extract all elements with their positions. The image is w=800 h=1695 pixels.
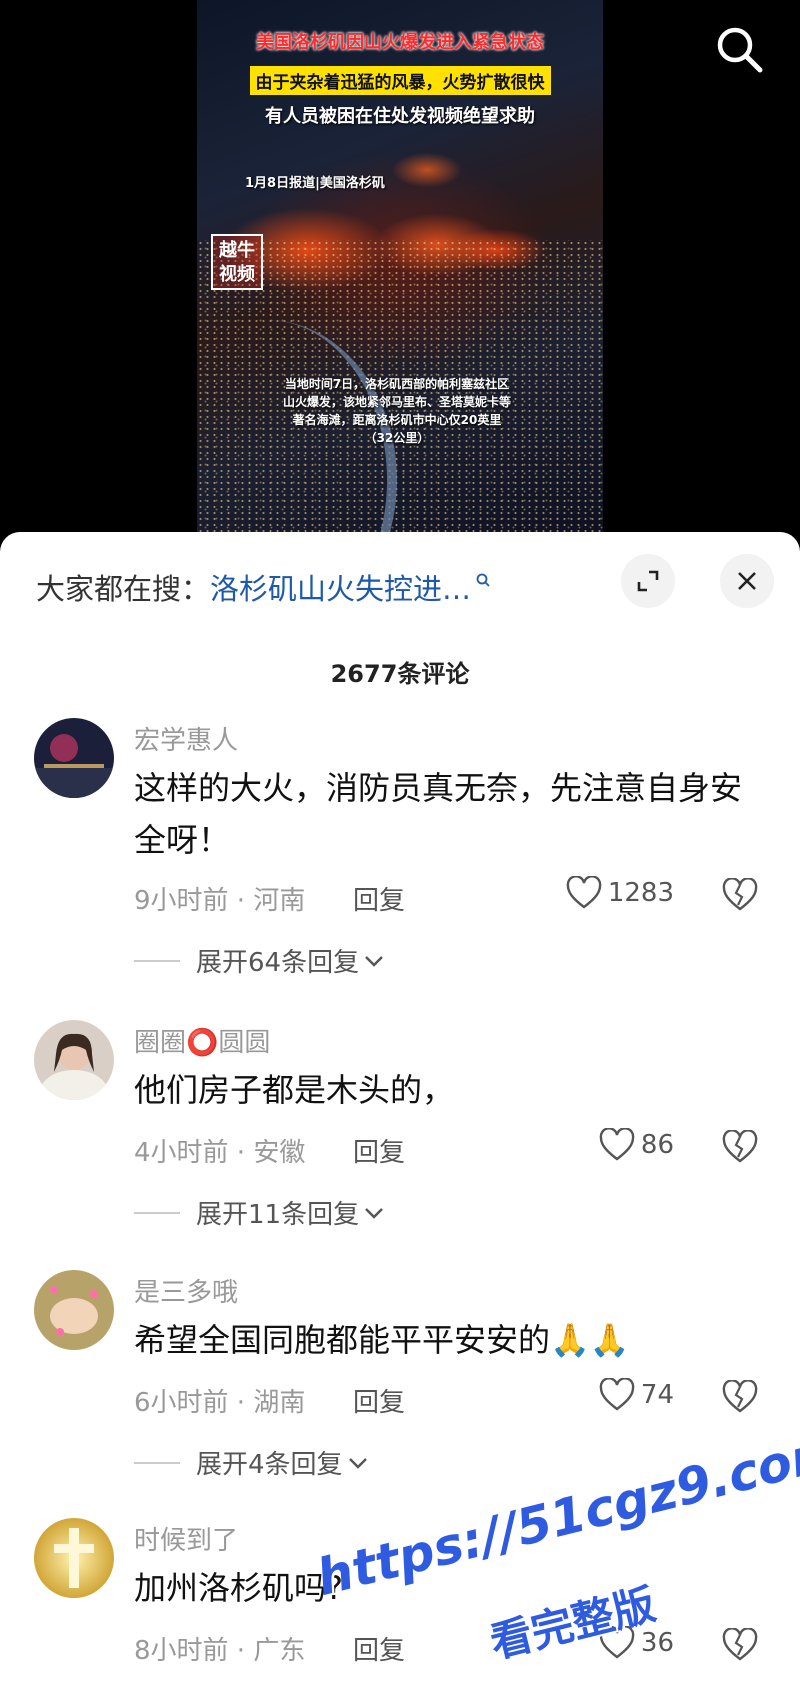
- comment-text: 他们房子都是木头的，: [134, 1071, 455, 1109]
- comment-username[interactable]: 宏学惠人: [134, 720, 238, 757]
- reply-button[interactable]: 回复: [353, 880, 405, 917]
- video-title-line3: 有人员被困在住处发视频绝望求助: [265, 106, 535, 127]
- dislike-button[interactable]: [722, 1129, 758, 1166]
- comment-meta: 8小时前 · 广东: [134, 1636, 306, 1666]
- dislike-button[interactable]: [722, 1379, 758, 1416]
- avatar[interactable]: [34, 1518, 114, 1598]
- broken-heart-icon: [722, 1627, 758, 1661]
- expand-icon: [637, 570, 659, 592]
- heart-icon: [599, 1626, 635, 1659]
- video-date-line: 1月8日报道|美国洛杉矶: [245, 176, 385, 191]
- avatar[interactable]: [34, 718, 114, 798]
- like-button[interactable]: 86: [599, 1128, 674, 1162]
- dislike-button[interactable]: [722, 1627, 758, 1664]
- heart-icon: [566, 876, 602, 909]
- search-small-icon: [476, 573, 490, 587]
- reply-button[interactable]: 回复: [353, 1630, 405, 1667]
- comment-username[interactable]: 时候到了: [134, 1520, 238, 1557]
- caption-line4: （32公里）: [364, 431, 430, 445]
- broken-heart-icon: [722, 877, 758, 911]
- comment-panel: 大家都在搜：洛杉矶山火失控进… 2677条评论 宏学惠人 这样的大火，消防员真无…: [0, 532, 800, 1695]
- logo-line1: 越牛: [219, 240, 255, 261]
- video-title-line1: 美国洛杉矶因山火爆发进入紧急状态: [256, 32, 544, 53]
- video-title-line2: 由于夹杂着迅猛的风暴，火势扩散很快: [197, 66, 603, 95]
- divider-line: [134, 1461, 180, 1464]
- search-icon: [717, 27, 763, 73]
- comment-item: 宏学惠人 这样的大火，消防员真无奈，先注意自身安全呀！ 9小时前 · 河南 回复…: [0, 718, 800, 978]
- comment-count: 2677条评论: [330, 660, 470, 688]
- search-button[interactable]: [712, 22, 768, 78]
- broken-heart-icon: [722, 1129, 758, 1163]
- comment-text: 这样的大火，消防员真无奈，先注意自身安全呀！: [134, 769, 743, 859]
- caption-line3: 著名海滩，距离洛杉矶市中心仅20英里: [292, 413, 502, 427]
- comment-item: 是三多哦 希望全国同胞都能平平安安的🙏🙏 6小时前 · 湖南 回复 74 展开4…: [0, 1270, 800, 1510]
- expand-replies-label: 展开4条回复: [196, 1450, 343, 1480]
- like-count: 36: [640, 1628, 674, 1658]
- caption-line2: 山火爆发，该地紧邻马里布、圣塔莫妮卡等: [282, 395, 511, 409]
- reply-button[interactable]: 回复: [353, 1382, 405, 1419]
- comment-meta: 6小时前 · 湖南: [134, 1388, 306, 1418]
- comment-meta: 9小时前 · 河南: [134, 886, 306, 916]
- caption-line1: 当地时间7日，洛杉矶西部的帕利塞兹社区: [284, 377, 510, 391]
- video-caption: 当地时间7日，洛杉矶西部的帕利塞兹社区 山火爆发，该地紧邻马里布、圣塔莫妮卡等 …: [247, 375, 547, 447]
- divider-line: [134, 959, 180, 962]
- hot-search-keyword[interactable]: 洛杉矶山火失控进…: [210, 572, 471, 606]
- video-source-logo: 越牛 视频: [211, 234, 263, 290]
- like-button[interactable]: 36: [599, 1626, 674, 1660]
- video-frame[interactable]: 美国洛杉矶因山火爆发进入紧急状态 由于夹杂着迅猛的风暴，火势扩散很快 有人员被困…: [197, 0, 603, 540]
- video-player[interactable]: 美国洛杉矶因山火爆发进入紧急状态 由于夹杂着迅猛的风暴，火势扩散很快 有人员被困…: [0, 0, 800, 540]
- expand-replies-label: 展开64条回复: [196, 948, 360, 978]
- comment-username[interactable]: 是三多哦: [134, 1272, 238, 1309]
- like-count: 86: [640, 1130, 674, 1160]
- heart-icon: [599, 1378, 635, 1411]
- expand-replies-label: 展开11条回复: [196, 1200, 360, 1230]
- comment-username[interactable]: 圈圈⭕圆圆: [134, 1022, 270, 1059]
- expand-panel-button[interactable]: [621, 554, 675, 608]
- comment-meta: 4小时前 · 安徽: [134, 1138, 306, 1168]
- like-count: 74: [640, 1380, 674, 1410]
- like-button[interactable]: 74: [599, 1378, 674, 1412]
- hot-search-bar[interactable]: 大家都在搜：洛杉矶山火失控进…: [36, 566, 491, 608]
- close-icon: [738, 572, 756, 590]
- logo-line2: 视频: [219, 264, 255, 285]
- close-panel-button[interactable]: [720, 554, 774, 608]
- broken-heart-icon: [722, 1379, 758, 1413]
- like-count: 1283: [607, 878, 674, 908]
- video-title-line2-text: 由于夹杂着迅猛的风暴，火势扩散很快: [249, 66, 551, 95]
- comment-text: 希望全国同胞都能平平安安的🙏🙏: [134, 1321, 630, 1359]
- divider-line: [134, 1211, 180, 1214]
- comment-text: 加州洛杉矶吗?: [134, 1569, 343, 1607]
- like-button[interactable]: 1283: [566, 876, 674, 910]
- chevron-down-icon: [348, 1457, 367, 1469]
- expand-replies-button[interactable]: 展开64条回复: [134, 942, 385, 979]
- chevron-down-icon: [365, 955, 383, 967]
- avatar[interactable]: [34, 1270, 114, 1350]
- expand-replies-button[interactable]: 展开11条回复: [134, 1194, 385, 1231]
- hot-search-label: 大家都在搜：: [36, 572, 211, 606]
- heart-icon: [599, 1128, 635, 1161]
- comment-item: 圈圈⭕圆圆 他们房子都是木头的， 4小时前 · 安徽 回复 86 展开11条回复: [0, 1020, 800, 1260]
- comment-item: 时候到了 加州洛杉矶吗? 8小时前 · 广东 回复 36: [0, 1518, 800, 1695]
- chevron-down-icon: [365, 1207, 383, 1219]
- expand-replies-button[interactable]: 展开4条回复: [134, 1444, 369, 1481]
- avatar[interactable]: [34, 1020, 114, 1100]
- reply-button[interactable]: 回复: [353, 1132, 405, 1169]
- dislike-button[interactable]: [722, 877, 758, 914]
